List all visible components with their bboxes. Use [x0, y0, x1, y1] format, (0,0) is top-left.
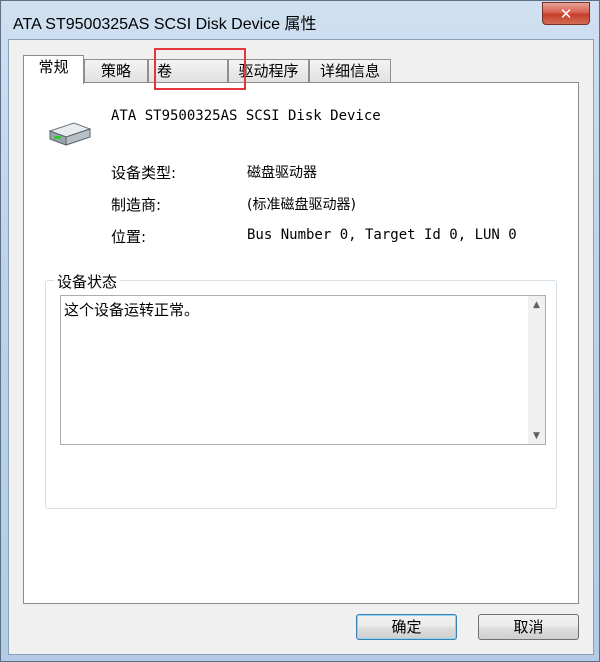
manufacturer-value: (标准磁盘驱动器): [247, 197, 356, 213]
close-button[interactable]: ✕: [542, 2, 590, 25]
volume-tab-highlight-annotation: [154, 48, 246, 90]
scroll-up-icon[interactable]: ▲: [528, 296, 545, 313]
tab-policies[interactable]: 策略: [84, 59, 148, 82]
ok-button[interactable]: 确定: [356, 614, 457, 640]
location-value: Bus Number 0, Target Id 0, LUN 0: [247, 227, 517, 243]
scroll-down-icon[interactable]: ▼: [528, 427, 545, 444]
general-tab-panel: ATA ST9500325AS SCSI Disk Device 设备类型: 磁…: [23, 82, 579, 604]
manufacturer-label: 制造商:: [111, 196, 162, 214]
window-title: ATA ST9500325AS SCSI Disk Device 属性: [13, 16, 317, 33]
close-icon: ✕: [559, 4, 573, 23]
location-label: 位置:: [111, 228, 147, 246]
tab-details[interactable]: 详细信息: [309, 59, 391, 82]
title-bar[interactable]: ATA ST9500325AS SCSI Disk Device 属性 ✕: [1, 1, 599, 39]
device-status-text: 这个设备运转正常。: [64, 301, 200, 319]
device-name: ATA ST9500325AS SCSI Disk Device: [111, 108, 381, 124]
device-type-label: 设备类型:: [111, 164, 177, 182]
device-status-title: 设备状态: [54, 271, 121, 292]
tab-general[interactable]: 常规: [23, 55, 84, 84]
device-status-textbox[interactable]: 这个设备运转正常。 ▲ ▼: [60, 295, 546, 445]
cancel-button[interactable]: 取消: [478, 614, 579, 640]
dialog-client-area: 常规 策略 卷 驱动程序 详细信息 ATA ST9500325AS SCSI D…: [8, 39, 594, 655]
tab-strip: 常规 策略 卷 驱动程序 详细信息: [23, 55, 583, 84]
hard-drive-icon: [48, 122, 92, 146]
properties-window: ATA ST9500325AS SCSI Disk Device 属性 ✕ 常规…: [0, 0, 600, 662]
device-type-value: 磁盘驱动器: [247, 165, 317, 181]
status-scrollbar[interactable]: ▲ ▼: [528, 296, 545, 444]
